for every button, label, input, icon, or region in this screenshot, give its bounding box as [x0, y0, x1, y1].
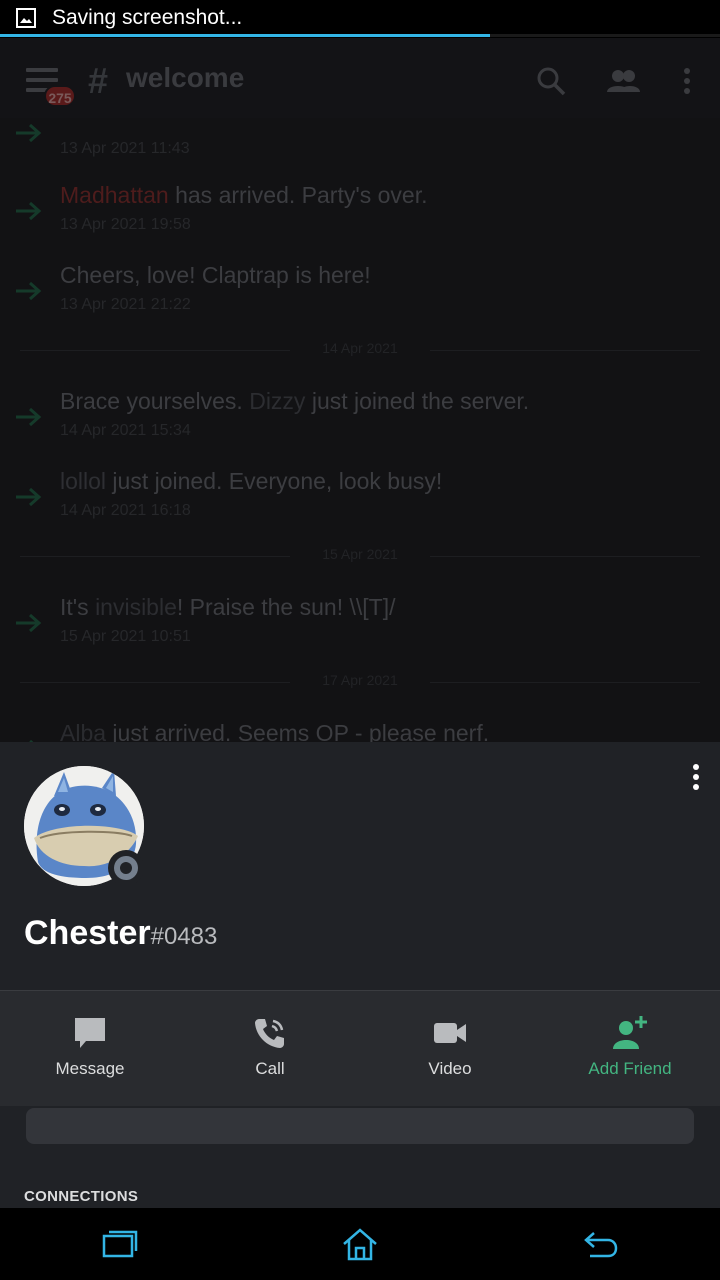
profile-action-bar: Message Call Video Add Friend — [0, 990, 720, 1106]
message-time: 13 Apr 2021 11:43 — [60, 140, 190, 157]
list-item: Brace yourselves. Dizzy just joined the … — [0, 388, 720, 448]
image-icon — [16, 8, 36, 28]
list-item: It's invisible! Praise the sun! \\[T]/ 1… — [0, 594, 720, 654]
progress-fill — [0, 34, 490, 37]
user-profile-sheet: Chester#0483 Message Call Video Add Frie… — [0, 742, 720, 1208]
message-time: 15 Apr 2021 10:51 — [60, 628, 191, 645]
video-icon — [434, 1023, 466, 1043]
notification-text: Saving screenshot... — [52, 6, 243, 29]
status-bar: Saving screenshot... — [0, 0, 720, 38]
date-divider: 17 Apr 2021 — [20, 672, 700, 692]
list-item: Madhattan has arrived. Party's over. 13 … — [0, 182, 720, 242]
home-icon[interactable] — [340, 1226, 380, 1262]
channel-header: 275 # welcome — [0, 38, 720, 118]
add-friend-button[interactable]: Add Friend — [540, 991, 720, 1107]
message-time: 13 Apr 2021 19:58 — [60, 216, 191, 233]
video-button[interactable]: Video — [360, 991, 540, 1107]
message-icon — [75, 1018, 105, 1048]
unread-badge: 275 — [44, 85, 76, 107]
chat-background: 13 Apr 2021 11:43 Madhattan has arrived.… — [0, 38, 720, 742]
date-divider: 15 Apr 2021 — [20, 546, 700, 566]
list-item: lollol just joined. Everyone, look busy!… — [0, 468, 720, 528]
message-text: Cheers, love! Claptrap is here! — [60, 262, 371, 288]
date-divider: 14 Apr 2021 — [20, 340, 700, 360]
message-text: Brace yourselves. Dizzy just joined the … — [60, 388, 530, 414]
message-text: Alba just arrived. Seems OP - please ner… — [60, 720, 490, 742]
profile-overflow-menu-icon[interactable] — [684, 764, 708, 794]
call-icon — [255, 1019, 284, 1048]
join-arrow-icon — [16, 613, 42, 633]
list-item: Alba just arrived. Seems OP - please ner… — [0, 720, 720, 742]
message-time: 14 Apr 2021 16:18 — [60, 502, 191, 519]
back-icon[interactable] — [580, 1226, 620, 1262]
hash-icon: # — [88, 60, 109, 101]
profile-username: Chester#0483 — [24, 914, 218, 952]
add-friend-icon — [613, 1016, 647, 1049]
join-arrow-icon — [16, 281, 42, 301]
note-field[interactable] — [26, 1108, 694, 1144]
connections-heading: CONNECTIONS — [24, 1188, 139, 1205]
screenshot-progress — [0, 34, 720, 37]
join-arrow-icon — [16, 407, 42, 427]
join-arrow-icon — [16, 201, 42, 221]
call-button[interactable]: Call — [180, 991, 360, 1107]
members-icon[interactable] — [606, 64, 640, 98]
channel-name: welcome — [126, 62, 245, 93]
list-item: Cheers, love! Claptrap is here! 13 Apr 2… — [0, 262, 720, 322]
message-button[interactable]: Message — [0, 991, 180, 1107]
recent-apps-icon[interactable] — [100, 1226, 140, 1262]
message-text: Madhattan has arrived. Party's over. — [60, 182, 428, 208]
message-text: It's invisible! Praise the sun! \\[T]/ — [60, 594, 396, 620]
message-time: 13 Apr 2021 21:22 — [60, 296, 191, 313]
status-offline-indicator — [108, 850, 144, 886]
overflow-menu-icon[interactable] — [670, 64, 704, 98]
system-nav-bar — [0, 1208, 720, 1280]
message-time: 14 Apr 2021 15:34 — [60, 422, 191, 439]
discriminator: #0483 — [150, 923, 218, 950]
join-arrow-icon — [16, 123, 42, 143]
message-text: lollol just joined. Everyone, look busy! — [60, 468, 443, 494]
search-icon[interactable] — [534, 64, 568, 98]
join-arrow-icon — [16, 487, 42, 507]
